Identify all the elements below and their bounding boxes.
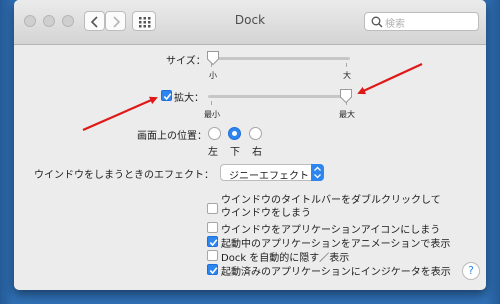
annotation-arrow-right [357,63,423,95]
annotation-arrow-left [82,96,158,132]
annotation-arrows [82,63,423,132]
